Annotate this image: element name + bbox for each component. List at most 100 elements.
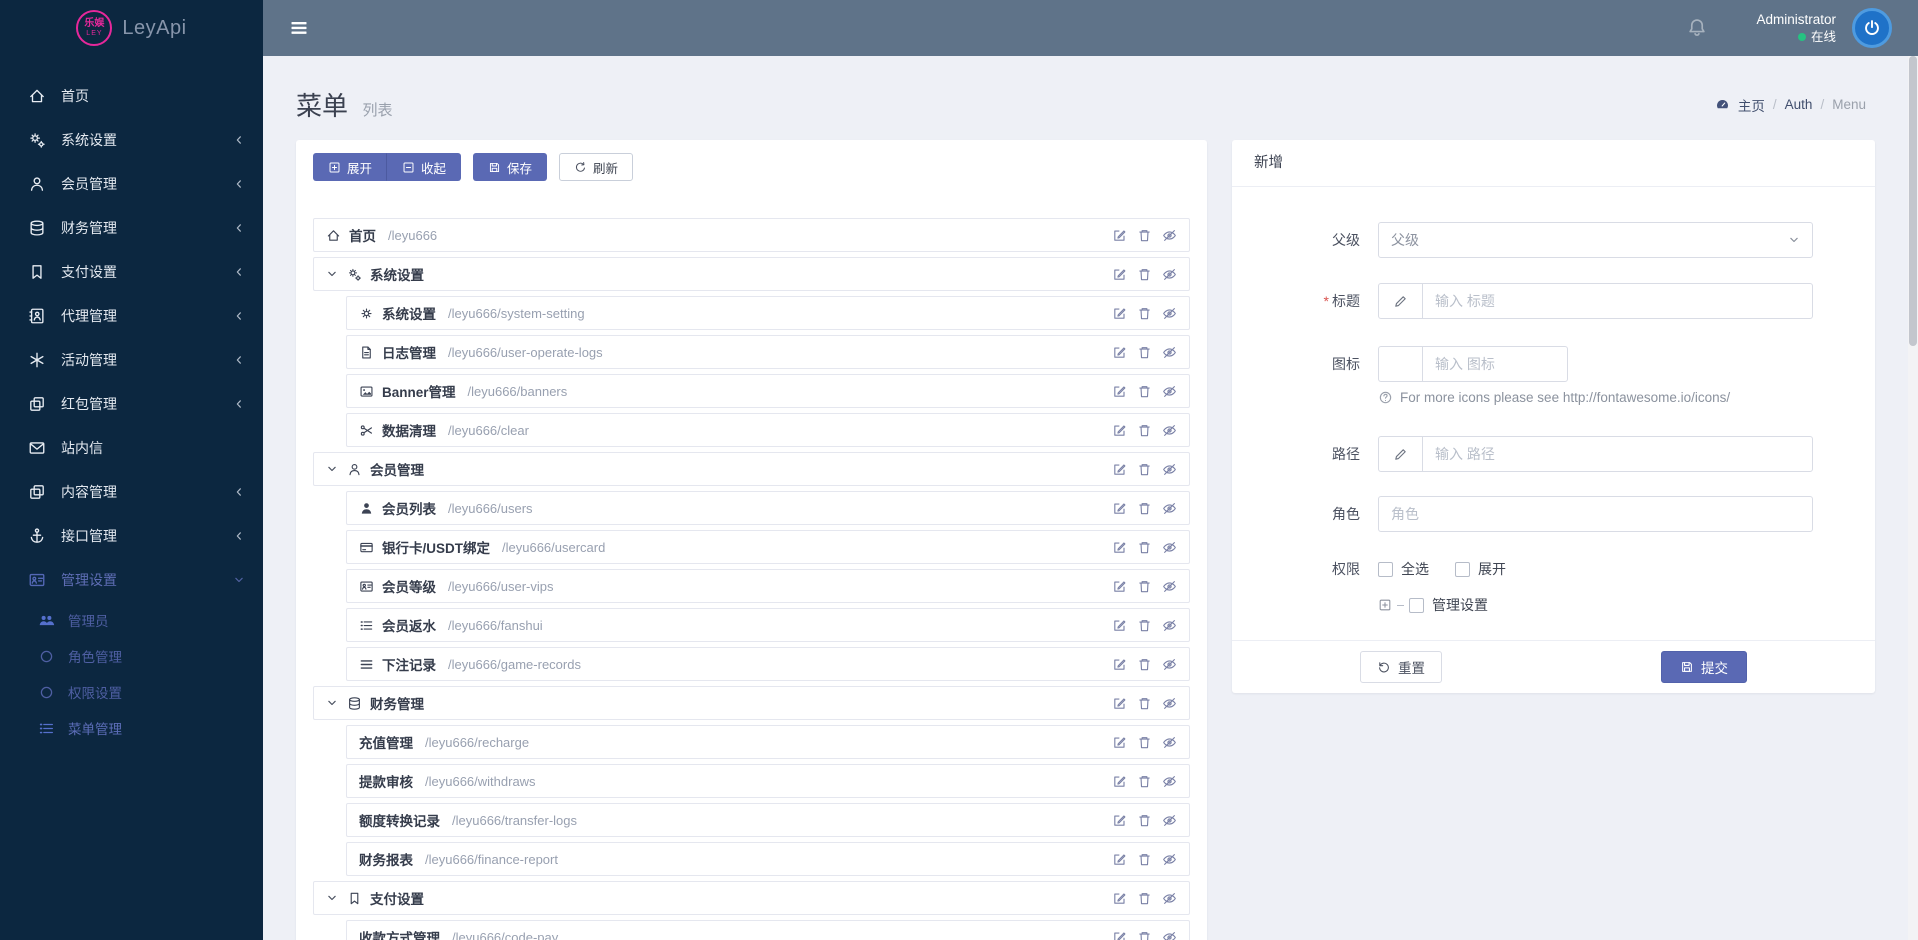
sidebar-item-finance-management[interactable]: 财务管理 — [0, 206, 263, 250]
trash-icon[interactable] — [1137, 267, 1152, 282]
sidebar-subitem-administrators[interactable]: 管理员 — [0, 602, 263, 638]
expand-button[interactable]: 展开 — [313, 153, 388, 181]
icon-input[interactable] — [1423, 347, 1567, 381]
sidebar-item-admin-settings[interactable]: 管理设置 — [0, 558, 263, 602]
trash-icon[interactable] — [1137, 579, 1152, 594]
sidebar-subitem-menu-management[interactable]: 菜单管理 — [0, 710, 263, 746]
edit-icon[interactable] — [1112, 774, 1127, 789]
trash-icon[interactable] — [1137, 228, 1152, 243]
tree-node-checkbox[interactable] — [1409, 597, 1424, 613]
tree-group-row[interactable]: 会员管理 — [313, 452, 1190, 486]
notifications-bell-icon[interactable] — [1686, 17, 1708, 39]
tree-group-row[interactable]: 财务管理 — [313, 686, 1190, 720]
trash-icon[interactable] — [1137, 462, 1152, 477]
eye-slash-icon[interactable] — [1162, 930, 1177, 940]
eye-slash-icon[interactable] — [1162, 306, 1177, 321]
eye-slash-icon[interactable] — [1162, 657, 1177, 672]
sidebar-item-home[interactable]: 首页 — [0, 74, 263, 118]
breadcrumb-auth[interactable]: Auth — [1785, 97, 1813, 112]
eye-slash-icon[interactable] — [1162, 501, 1177, 516]
edit-icon[interactable] — [1112, 384, 1127, 399]
caret-down-icon[interactable] — [326, 892, 338, 904]
collapse-button[interactable]: 收起 — [387, 153, 462, 181]
eye-slash-icon[interactable] — [1162, 579, 1177, 594]
tree-group-row[interactable]: 支付设置 — [313, 881, 1190, 915]
trash-icon[interactable] — [1137, 345, 1152, 360]
edit-icon[interactable] — [1112, 618, 1127, 633]
edit-icon[interactable] — [1112, 657, 1127, 672]
edit-icon[interactable] — [1112, 423, 1127, 438]
edit-icon[interactable] — [1112, 852, 1127, 867]
submit-button[interactable]: 提交 — [1661, 651, 1747, 683]
sidebar-item-content-management[interactable]: 内容管理 — [0, 470, 263, 514]
role-input[interactable] — [1378, 496, 1813, 532]
trash-icon[interactable] — [1137, 813, 1152, 828]
eye-slash-icon[interactable] — [1162, 813, 1177, 828]
caret-down-icon[interactable] — [326, 463, 338, 475]
edit-icon[interactable] — [1112, 696, 1127, 711]
eye-slash-icon[interactable] — [1162, 462, 1177, 477]
edit-icon[interactable] — [1112, 228, 1127, 243]
trash-icon[interactable] — [1137, 735, 1152, 750]
check-all-checkbox[interactable] — [1378, 561, 1393, 577]
parent-select[interactable]: 父级 — [1378, 222, 1813, 258]
trash-icon[interactable] — [1137, 501, 1152, 516]
trash-icon[interactable] — [1137, 384, 1152, 399]
edit-icon[interactable] — [1112, 813, 1127, 828]
sidebar-item-redpacket-management[interactable]: 红包管理 — [0, 382, 263, 426]
sidebar-subitem-permission-settings[interactable]: 权限设置 — [0, 674, 263, 710]
expand-checkbox[interactable] — [1455, 561, 1470, 577]
eye-slash-icon[interactable] — [1162, 618, 1177, 633]
sidebar-item-system-settings[interactable]: 系统设置 — [0, 118, 263, 162]
sidebar-item-activity-management[interactable]: 活动管理 — [0, 338, 263, 382]
breadcrumb-home[interactable]: 主页 — [1738, 95, 1765, 115]
edit-icon[interactable] — [1112, 462, 1127, 477]
trash-icon[interactable] — [1137, 891, 1152, 906]
sidebar-item-payment-settings[interactable]: 支付设置 — [0, 250, 263, 294]
refresh-button[interactable]: 刷新 — [559, 153, 634, 181]
scrollbar-thumb[interactable] — [1909, 56, 1917, 346]
sidebar-item-agent-management[interactable]: 代理管理 — [0, 294, 263, 338]
edit-icon[interactable] — [1112, 579, 1127, 594]
eye-slash-icon[interactable] — [1162, 267, 1177, 282]
eye-slash-icon[interactable] — [1162, 384, 1177, 399]
edit-icon[interactable] — [1112, 540, 1127, 555]
trash-icon[interactable] — [1137, 306, 1152, 321]
save-button[interactable]: 保存 — [473, 153, 548, 181]
eye-slash-icon[interactable] — [1162, 774, 1177, 789]
edit-icon[interactable] — [1112, 930, 1127, 940]
eye-slash-icon[interactable] — [1162, 345, 1177, 360]
eye-slash-icon[interactable] — [1162, 852, 1177, 867]
edit-icon[interactable] — [1112, 891, 1127, 906]
trash-icon[interactable] — [1137, 930, 1152, 940]
edit-icon[interactable] — [1112, 735, 1127, 750]
trash-icon[interactable] — [1137, 540, 1152, 555]
edit-icon[interactable] — [1112, 501, 1127, 516]
eye-slash-icon[interactable] — [1162, 423, 1177, 438]
menu-toggle-icon[interactable] — [289, 18, 309, 38]
trash-icon[interactable] — [1137, 774, 1152, 789]
caret-down-icon[interactable] — [326, 268, 338, 280]
trash-icon[interactable] — [1137, 696, 1152, 711]
sidebar-item-member-management[interactable]: 会员管理 — [0, 162, 263, 206]
tree-group-row[interactable]: 系统设置 — [313, 257, 1190, 291]
reset-button[interactable]: 重置 — [1360, 651, 1442, 683]
eye-slash-icon[interactable] — [1162, 540, 1177, 555]
eye-slash-icon[interactable] — [1162, 735, 1177, 750]
eye-slash-icon[interactable] — [1162, 228, 1177, 243]
title-input[interactable] — [1423, 284, 1812, 318]
tree-expander-icon[interactable] — [1378, 598, 1392, 612]
trash-icon[interactable] — [1137, 423, 1152, 438]
edit-icon[interactable] — [1112, 267, 1127, 282]
sidebar-item-site-messages[interactable]: 站内信 — [0, 426, 263, 470]
sidebar-subitem-role-management[interactable]: 角色管理 — [0, 638, 263, 674]
path-input[interactable] — [1423, 437, 1812, 471]
trash-icon[interactable] — [1137, 657, 1152, 672]
trash-icon[interactable] — [1137, 852, 1152, 867]
trash-icon[interactable] — [1137, 618, 1152, 633]
logout-power-button[interactable] — [1852, 8, 1892, 48]
sidebar-item-api-management[interactable]: 接口管理 — [0, 514, 263, 558]
caret-down-icon[interactable] — [326, 697, 338, 709]
edit-icon[interactable] — [1112, 345, 1127, 360]
edit-icon[interactable] — [1112, 306, 1127, 321]
